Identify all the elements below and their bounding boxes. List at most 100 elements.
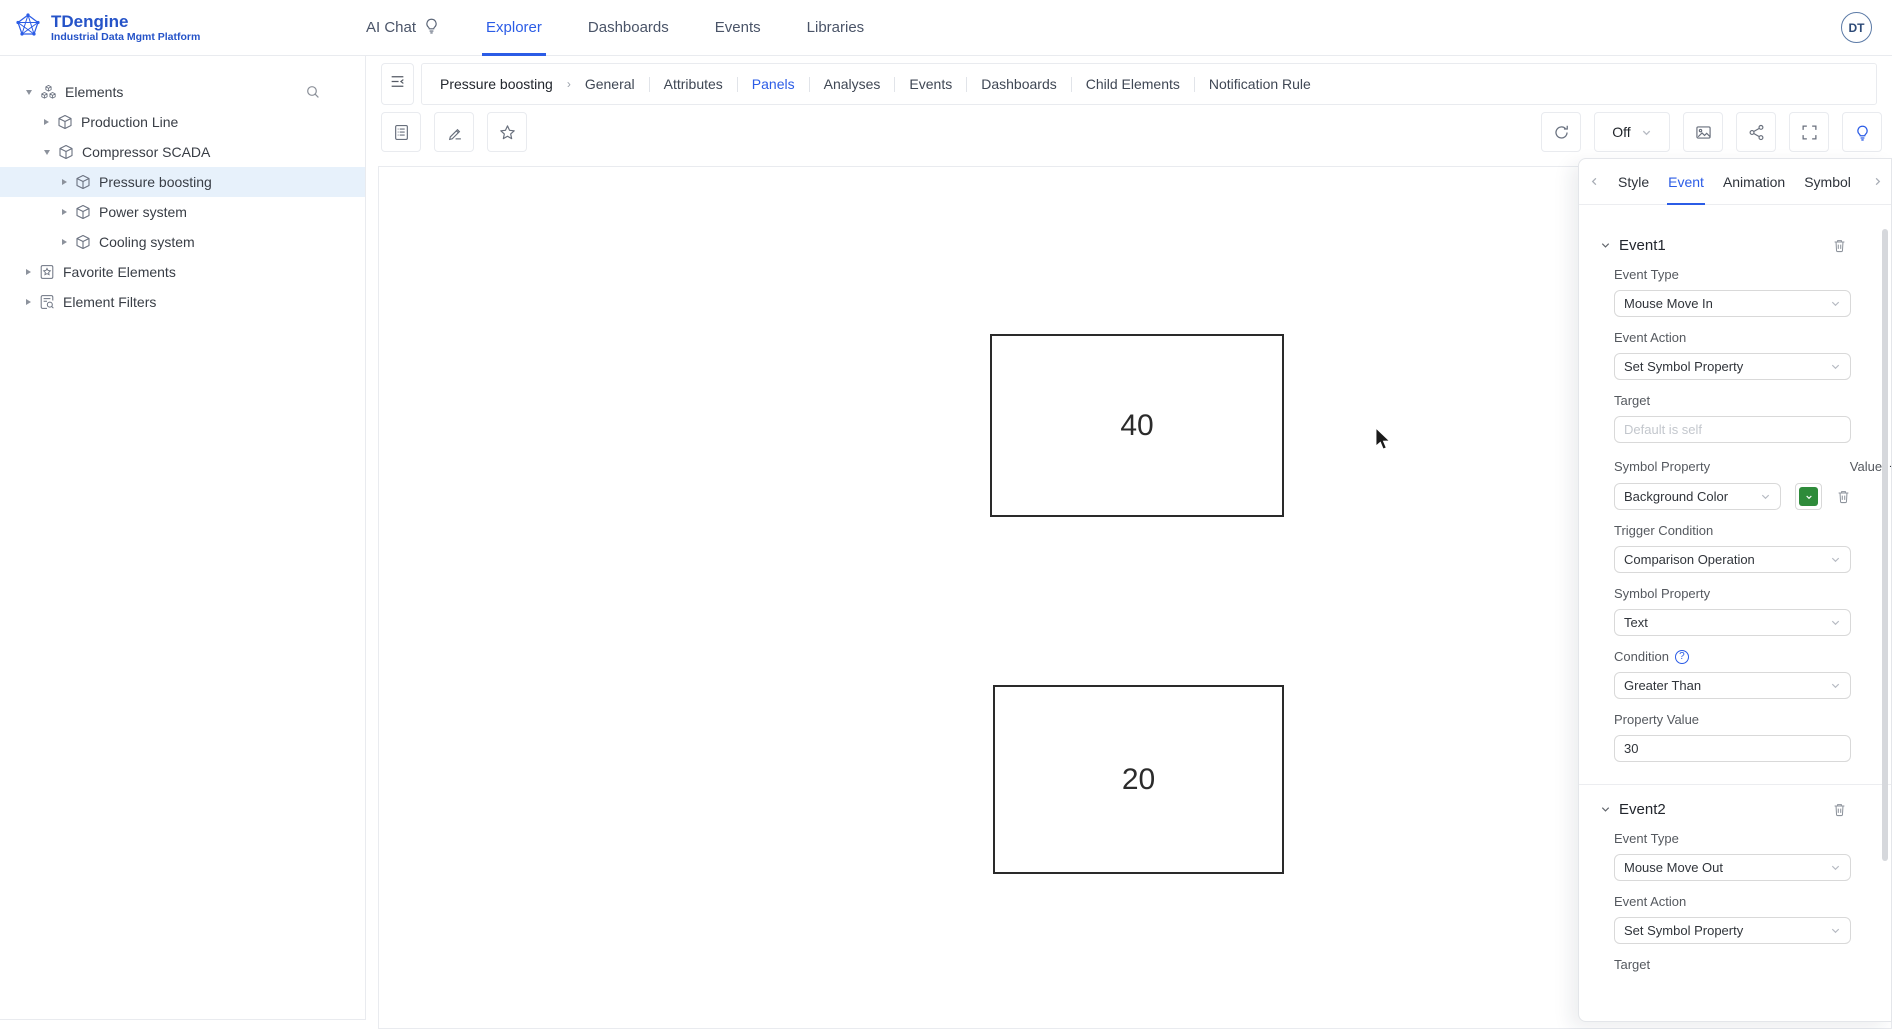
cube-icon [57, 114, 73, 130]
symbol-property-header: Symbol Property Value + [1614, 458, 1851, 475]
canvas-rect-20[interactable]: 20 [993, 685, 1284, 874]
select-value: Greater Than [1624, 678, 1830, 693]
caret-right-icon[interactable] [26, 269, 31, 275]
sidebar-item-power-system[interactable]: Power system [0, 197, 365, 227]
panel-tab-symbol-properties[interactable]: Symbol Pr [1803, 159, 1855, 205]
sidebar-item-production-line[interactable]: Production Line [0, 107, 365, 137]
panel-tab-style[interactable]: Style [1617, 159, 1650, 205]
event-type-select[interactable]: Mouse Move Out [1614, 854, 1851, 881]
search-icon[interactable] [305, 84, 321, 100]
divider [649, 77, 650, 92]
sidebar-item-pressure-boosting[interactable]: Pressure boosting [0, 167, 365, 197]
breadcrumb-title[interactable]: Pressure boosting [440, 76, 553, 92]
divider [737, 77, 738, 92]
caret-right-icon[interactable] [44, 119, 49, 125]
sidebar-item-elements-root[interactable]: Elements [0, 77, 365, 107]
symbol-events-toggle-button[interactable] [1842, 112, 1882, 152]
tab-notification-rule[interactable]: Notification Rule [1209, 76, 1311, 92]
sidebar-item-element-filters[interactable]: Element Filters [0, 287, 365, 317]
sidebar-item-label: Pressure boosting [99, 174, 212, 190]
divider [809, 77, 810, 92]
tab-analyses[interactable]: Analyses [824, 76, 881, 92]
event-settings-body: Event1 Event Type Mouse Move In Event Ac… [1579, 205, 1891, 972]
select-value: Mouse Move Out [1624, 860, 1830, 875]
event2-fields: Event Type Mouse Move Out Event Action S… [1579, 831, 1851, 972]
sidebar-item-compressor-scada[interactable]: Compressor SCADA [0, 137, 365, 167]
tab-dashboards[interactable]: Dashboards [981, 76, 1057, 92]
nav-item-dashboards[interactable]: Dashboards [588, 0, 669, 56]
user-avatar[interactable]: DT [1841, 12, 1872, 43]
tab-attributes[interactable]: Attributes [664, 76, 723, 92]
event1-header[interactable]: Event1 [1579, 237, 1891, 254]
tabs-scroll-right-icon[interactable] [1872, 176, 1883, 187]
tab-general[interactable]: General [585, 76, 635, 92]
delete-property-button[interactable] [1836, 489, 1851, 504]
nav-item-libraries[interactable]: Libraries [807, 0, 865, 56]
property-value-input[interactable] [1614, 735, 1851, 762]
help-icon[interactable]: ? [1675, 650, 1689, 664]
share-button[interactable] [1736, 112, 1776, 152]
event2-header[interactable]: Event2 [1579, 801, 1891, 818]
target-input[interactable] [1614, 416, 1851, 443]
tab-panels[interactable]: Panels [752, 76, 795, 92]
condition-select[interactable]: Greater Than [1614, 672, 1851, 699]
event-type-select[interactable]: Mouse Move In [1614, 290, 1851, 317]
sidebar-item-favorite-elements[interactable]: Favorite Elements [0, 257, 365, 287]
outline-list-button[interactable] [381, 112, 421, 152]
export-image-button[interactable] [1683, 112, 1723, 152]
collapse-sidebar-button[interactable] [381, 63, 414, 105]
caret-right-icon[interactable] [26, 299, 31, 305]
ai-bulb-icon [423, 17, 440, 38]
trigger-condition-label: Trigger Condition [1614, 523, 1851, 538]
select-value: Set Symbol Property [1624, 359, 1830, 374]
top-bar: TDengine Industrial Data Mgmt Platform A… [0, 0, 1892, 56]
symbol-property-select[interactable]: Background Color [1614, 483, 1781, 510]
preview-toggle-dropdown[interactable]: Off [1594, 112, 1670, 152]
panel-scrollbar[interactable] [1882, 229, 1888, 861]
panel-tab-animation[interactable]: Animation [1722, 159, 1786, 205]
trash-icon [1836, 489, 1851, 504]
delete-event1-button[interactable] [1832, 238, 1847, 253]
tab-events[interactable]: Events [909, 76, 952, 92]
star-icon [499, 124, 516, 141]
bulb-icon [1854, 124, 1871, 141]
event-action-label: Event Action [1614, 894, 1851, 909]
divider [894, 77, 895, 92]
color-value-picker[interactable] [1795, 483, 1822, 510]
favorite-button[interactable] [487, 112, 527, 152]
canvas-rect-40[interactable]: 40 [990, 334, 1284, 517]
divider [1194, 77, 1195, 92]
panel-tab-event[interactable]: Event [1667, 159, 1705, 205]
edit-button[interactable] [434, 112, 474, 152]
symbol-property2-select[interactable]: Text [1614, 609, 1851, 636]
app-window: TDengine Industrial Data Mgmt Platform A… [0, 0, 1892, 1029]
condition-label: Condition [1614, 649, 1669, 664]
delete-event2-button[interactable] [1832, 802, 1847, 817]
caret-right-icon[interactable] [62, 239, 67, 245]
refresh-button[interactable] [1541, 112, 1581, 152]
caret-down-icon[interactable] [44, 150, 50, 155]
nav-item-events[interactable]: Events [715, 0, 761, 56]
event-action-select[interactable]: Set Symbol Property [1614, 917, 1851, 944]
nav-label: Events [715, 19, 761, 36]
caret-down-icon[interactable] [26, 90, 32, 95]
caret-right-icon[interactable] [62, 179, 67, 185]
select-value: Comparison Operation [1624, 552, 1830, 567]
tabs-scroll-left-icon[interactable] [1589, 176, 1600, 187]
image-icon [1695, 124, 1712, 141]
fullscreen-button[interactable] [1789, 112, 1829, 152]
cube-icon [58, 144, 74, 160]
brand-logo[interactable]: TDengine Industrial Data Mgmt Platform [14, 11, 366, 44]
caret-right-icon[interactable] [62, 209, 67, 215]
event-action-select[interactable]: Set Symbol Property [1614, 353, 1851, 380]
tab-child-elements[interactable]: Child Elements [1086, 76, 1180, 92]
sidebar-item-cooling-system[interactable]: Cooling system [0, 227, 365, 257]
target-label: Target [1614, 957, 1851, 972]
tdengine-logo-icon [14, 11, 42, 44]
nav-label: Explorer [486, 19, 542, 36]
nav-item-explorer[interactable]: Explorer [486, 0, 542, 56]
nav-item-ai-chat[interactable]: AI Chat [366, 0, 440, 56]
nav-label: Libraries [807, 19, 865, 36]
sidebar-item-label: Favorite Elements [63, 264, 176, 280]
trigger-condition-select[interactable]: Comparison Operation [1614, 546, 1851, 573]
